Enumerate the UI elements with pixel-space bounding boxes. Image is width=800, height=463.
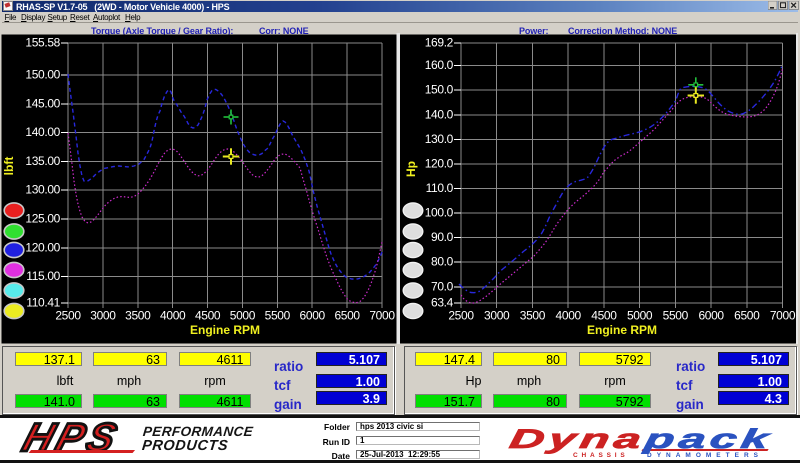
svg-text:6500: 6500 [734, 309, 760, 323]
svg-text:120.00: 120.00 [25, 240, 60, 254]
svg-text:130.00: 130.00 [25, 183, 60, 197]
svg-text:2500: 2500 [448, 309, 474, 323]
svg-text:2500: 2500 [55, 309, 81, 323]
svg-text:lbft: lbft [2, 157, 16, 176]
svg-text:6000: 6000 [300, 309, 326, 323]
svg-text:160.0: 160.0 [425, 58, 454, 72]
svg-text:Engine RPM: Engine RPM [190, 323, 260, 337]
svg-text:4000: 4000 [556, 309, 582, 323]
svg-text:140.0: 140.0 [425, 107, 454, 121]
svg-text:110.41: 110.41 [26, 296, 60, 310]
svg-text:5000: 5000 [627, 309, 653, 323]
svg-text:5000: 5000 [230, 309, 256, 323]
svg-text:3000: 3000 [90, 309, 116, 323]
svg-text:6000: 6000 [698, 309, 724, 323]
svg-text:5500: 5500 [663, 309, 689, 323]
svg-text:130.0: 130.0 [425, 132, 454, 146]
svg-text:Engine RPM: Engine RPM [587, 323, 657, 337]
svg-text:3500: 3500 [125, 309, 151, 323]
svg-text:70.0: 70.0 [431, 279, 454, 293]
svg-text:150.00: 150.00 [25, 68, 60, 82]
svg-text:110.0: 110.0 [426, 181, 454, 195]
svg-text:90.0: 90.0 [431, 230, 454, 244]
svg-text:5500: 5500 [265, 309, 291, 323]
svg-text:3000: 3000 [484, 309, 510, 323]
svg-text:63.4: 63.4 [431, 296, 454, 310]
svg-text:7000: 7000 [369, 309, 395, 323]
svg-text:Hp: Hp [404, 161, 418, 177]
svg-text:115.00: 115.00 [26, 269, 60, 283]
svg-text:140.00: 140.00 [25, 125, 60, 139]
svg-text:80.0: 80.0 [431, 255, 454, 269]
svg-text:150.0: 150.0 [425, 83, 454, 97]
svg-text:135.00: 135.00 [25, 154, 60, 168]
svg-text:4000: 4000 [160, 309, 186, 323]
svg-text:3500: 3500 [520, 309, 546, 323]
svg-text:125.00: 125.00 [25, 212, 60, 226]
svg-text:4500: 4500 [591, 309, 617, 323]
svg-text:120.0: 120.0 [425, 156, 454, 170]
svg-text:169.2: 169.2 [425, 36, 454, 50]
svg-text:4500: 4500 [195, 309, 221, 323]
svg-text:145.00: 145.00 [25, 96, 60, 110]
svg-text:6500: 6500 [334, 309, 360, 323]
svg-text:155.58: 155.58 [25, 36, 60, 50]
svg-text:100.0: 100.0 [425, 206, 454, 220]
svg-text:7000: 7000 [770, 309, 796, 323]
